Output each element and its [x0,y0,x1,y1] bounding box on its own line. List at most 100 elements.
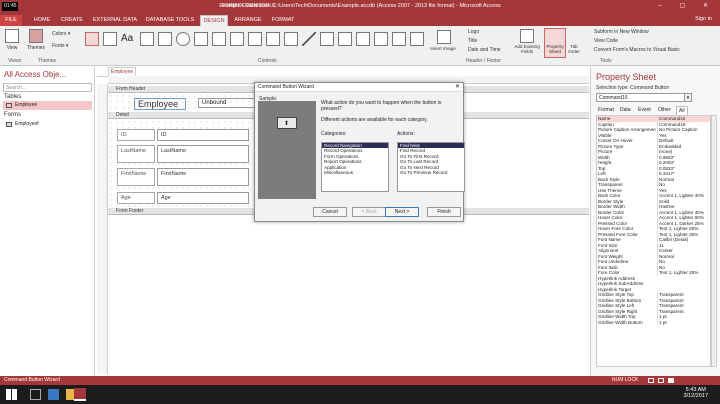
id-textbox[interactable]: ID [157,129,249,141]
fonts-button[interactable]: Fonts ▾ [52,43,68,49]
tab-arrange[interactable]: ARRANGE [232,15,264,26]
themes-button[interactable]: Themes [24,45,48,51]
window-title: Example : Database- C:\Users\Tech\Docume… [219,3,501,9]
insert-image-button[interactable]: Insert Image [428,46,458,51]
tab-format-props[interactable]: Format [596,106,616,115]
dialog-close-icon[interactable]: ✕ [455,83,460,92]
lastname-label[interactable]: LastName [117,145,155,163]
property-sheet-tabs: Format Data Event Other All [596,106,714,115]
actions-list[interactable]: Find Next Find Record Go To First Record… [397,142,465,192]
themes-icon[interactable] [29,29,43,43]
unbound-textbox[interactable]: Unbound [198,98,256,108]
sign-in-link[interactable]: Sign in [695,16,712,22]
navigation-control-icon[interactable] [212,32,226,46]
check-box-icon[interactable] [374,32,388,46]
property-table: Name Command16 Caption Command16 Picture Cap… [596,115,711,367]
toggle-button-icon[interactable] [320,32,334,46]
insert-image-icon[interactable] [437,30,451,44]
chevron-down-icon[interactable]: ▾ [684,93,692,102]
view-button[interactable]: View [2,45,22,51]
windows-start-icon[interactable] [6,389,17,400]
age-textbox[interactable]: Age [157,192,249,204]
nav-section-tables[interactable]: Tables [4,94,21,100]
selection-type-label: Selection type: Command Button [596,85,670,91]
tab-all-props[interactable]: All [676,106,688,115]
add-existing-fields-button[interactable]: Add Existing Fields [510,44,544,54]
property-scrollbar[interactable] [711,115,717,367]
num-lock-indicator: NUM LOCK [612,377,639,383]
convert-macros-button[interactable]: Convert Form's Macros to Visual Basic [594,47,680,53]
date-time-button[interactable]: Date and Time [468,47,501,53]
tab-database-tools[interactable]: DATABASE TOOLS [144,15,196,26]
property-row[interactable]: Gridline Width Bottom 1 pt [597,319,710,325]
textbox-icon[interactable] [103,32,117,46]
list-item[interactable]: Go To Previous Record [398,170,464,175]
lastname-textbox[interactable]: LastName [157,145,249,163]
group-header-footer-label: Header / Footer [466,58,502,64]
form-view-icon[interactable] [648,378,654,383]
add-existing-fields-icon[interactable] [520,29,534,43]
nav-item-employee-table[interactable]: Employee [3,101,92,110]
access-app-icon[interactable] [74,388,86,401]
sample-button-preview: ⬆ [277,117,297,129]
cancel-button[interactable]: Cancel [313,207,347,217]
nav-pane-title[interactable]: All Access Obje... [4,70,66,79]
line-icon[interactable] [302,32,316,46]
form-title-label[interactable]: Employee [134,98,186,110]
select-pointer-icon[interactable] [85,32,99,46]
more-controls-icon[interactable] [410,32,424,46]
window-controls[interactable]: – ▢ ✕ [659,2,716,9]
chart-icon[interactable] [284,32,298,46]
button-icon[interactable] [140,32,154,46]
property-sheet-pane: Property Sheet Selection type: Command B… [590,66,720,376]
view-icon[interactable] [5,29,19,43]
tab-other-props[interactable]: Other [656,106,673,115]
finish-button[interactable]: Finish [427,207,461,217]
firstname-label[interactable]: FirstName [117,168,155,186]
property-value[interactable]: 1 pt [657,319,710,325]
firstname-textbox[interactable]: FirstName [157,168,249,186]
page-break-icon[interactable] [248,32,262,46]
task-view-icon[interactable] [30,389,41,400]
view-code-button[interactable]: View Code [594,38,618,44]
tab-event-props[interactable]: Event [636,106,653,115]
logo-button[interactable]: Logo [468,29,479,35]
tab-data-props[interactable]: Data [618,106,633,115]
document-tab-employee[interactable]: Employee [108,67,136,76]
selection-combo[interactable]: Command16 [596,93,692,102]
edge-browser-icon[interactable] [48,389,59,400]
design-view-icon[interactable] [668,378,674,383]
tab-design[interactable]: DESIGN [200,15,228,26]
label-icon[interactable]: Aa [121,32,135,46]
combo-box-icon[interactable] [266,32,280,46]
list-item[interactable]: Miscellaneous [322,170,388,175]
group-controls-label: Controls [258,58,277,64]
tab-home[interactable]: HOME [30,15,54,26]
tab-external-data[interactable]: EXTERNAL DATA [90,15,140,26]
tab-format[interactable]: FORMAT [268,15,298,26]
tab-control-icon[interactable] [158,32,172,46]
nav-search-input[interactable]: Search... [3,83,92,92]
option-group-icon[interactable] [230,32,244,46]
web-browser-icon[interactable] [194,32,208,46]
age-label[interactable]: Age [117,192,155,204]
tab-order-button[interactable]: Tab Order [567,44,581,54]
title-button[interactable]: Title [468,38,477,44]
tab-create[interactable]: CREATE [58,15,86,26]
id-label[interactable]: ID [117,129,155,141]
back-button[interactable]: < Back [352,207,386,217]
categories-list[interactable]: Record Navigation Record Operations Form… [321,142,389,192]
hyperlink-icon[interactable] [176,32,190,46]
next-button[interactable]: Next > [385,207,419,217]
dialog-title: Command Button Wizard [255,83,463,92]
property-sheet-button[interactable]: Property Sheet [544,44,566,54]
tab-file[interactable]: FILE [0,15,22,26]
colors-button[interactable]: Colors ▾ [52,31,70,37]
nav-section-forms[interactable]: Forms [4,112,21,118]
rectangle-icon[interactable] [356,32,370,46]
layout-view-icon[interactable] [658,378,664,383]
unbound-object-icon[interactable] [392,32,406,46]
nav-item-employee-form[interactable]: Employeef [3,120,92,129]
subform-new-window-button[interactable]: Subform in New Window [594,29,649,35]
list-box-icon[interactable] [338,32,352,46]
